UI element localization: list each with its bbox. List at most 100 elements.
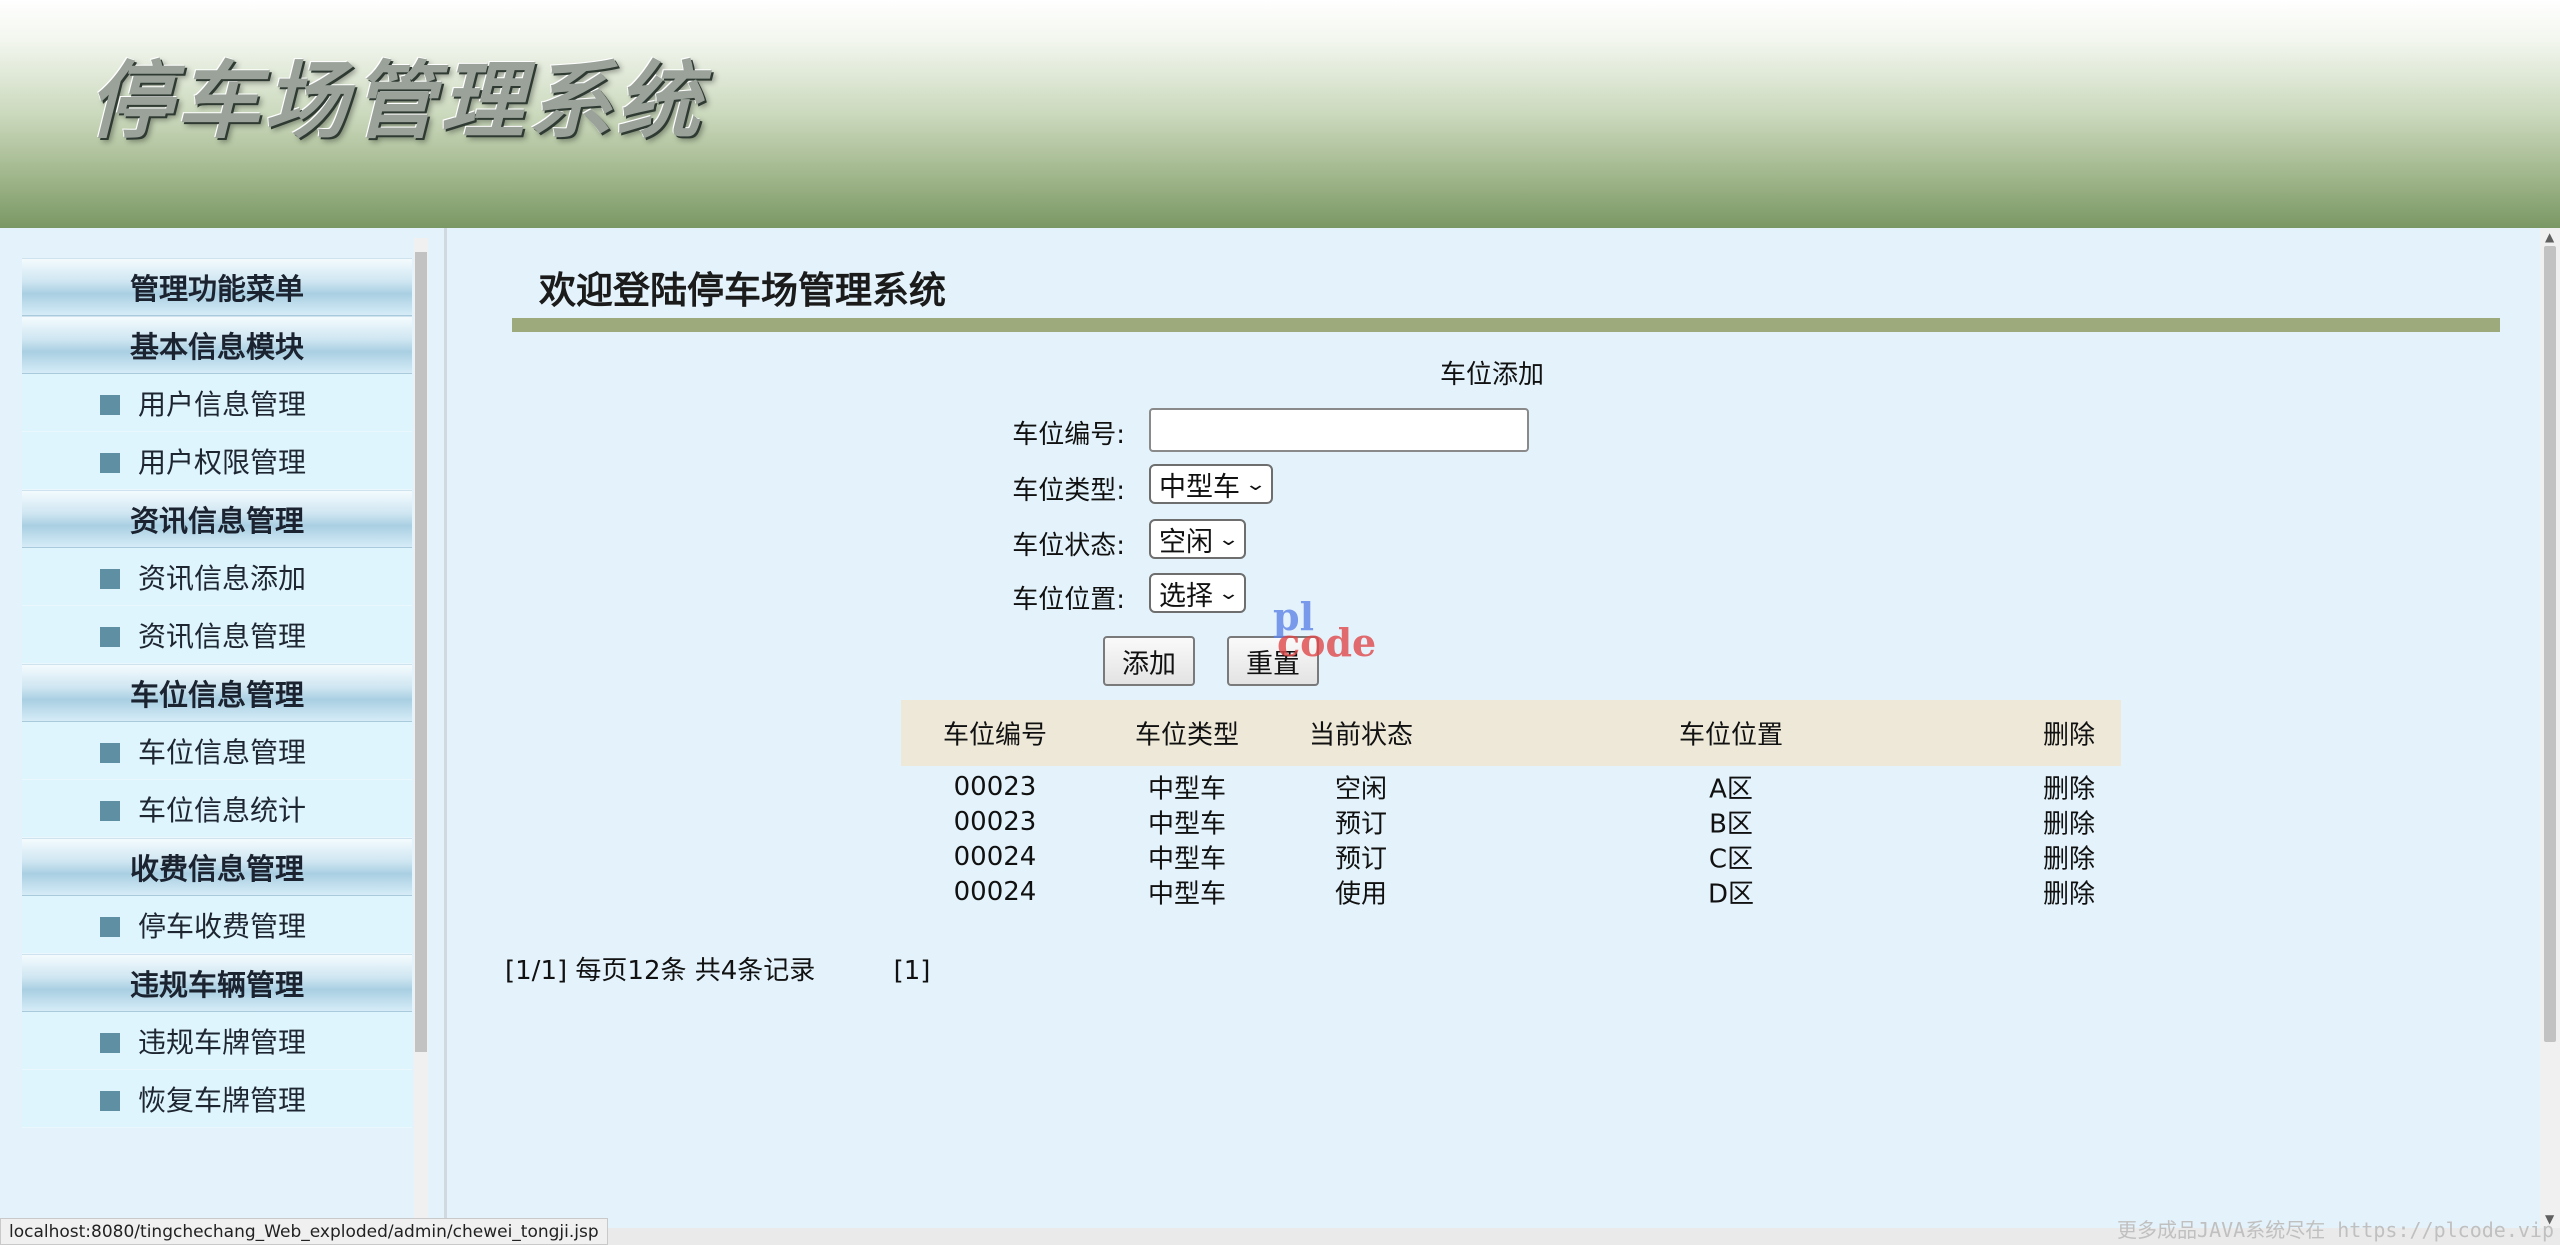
form-row-status: 车位状态: 空闲 ⌄ — [447, 519, 2537, 563]
sidebar-item-restore-plates[interactable]: 恢复车牌管理 — [22, 1070, 412, 1128]
cell-type: 中型车 — [1147, 774, 1227, 804]
menu-section-fees[interactable]: 收费信息管理 — [22, 838, 412, 896]
menu-section-violations[interactable]: 违规车辆管理 — [22, 954, 412, 1012]
menu-section-news[interactable]: 资讯信息管理 — [22, 490, 412, 548]
column-header-delete: 删除 — [2042, 720, 2096, 751]
delete-link[interactable]: 删除 — [2043, 838, 2095, 875]
cell-type: 中型车 — [1147, 809, 1227, 839]
sidebar-item-space-manage[interactable]: 车位信息管理 — [22, 722, 412, 780]
main-content: 欢迎登陆停车场管理系统 车位添加 车位编号: 车位类型: 中型车 ⌄ 车位状态:… — [447, 228, 2537, 1218]
type-label: 车位类型: — [1012, 476, 1125, 506]
menu-section-parking-space[interactable]: 车位信息管理 — [22, 664, 412, 722]
sidebar-item-label: 违规车牌管理 — [138, 1025, 307, 1059]
title-divider — [512, 318, 2500, 332]
status-bar-url: localhost:8080/tingchechang_Web_exploded… — [0, 1218, 608, 1245]
delete-link[interactable]: 删除 — [2043, 803, 2095, 840]
cell-number: 00023 — [953, 771, 1037, 802]
scroll-up-icon[interactable]: ▲ — [2545, 230, 2554, 244]
sidebar-scrollbar-thumb[interactable] — [415, 252, 427, 1052]
form-actions: 添加 重置 — [447, 636, 2537, 686]
cell-status: 使用 — [1334, 879, 1388, 909]
space-type-value: 中型车 — [1159, 471, 1240, 503]
main-scrollbar[interactable]: ▲ ▼ — [2540, 228, 2560, 1228]
form-title: 车位添加 — [1439, 360, 1544, 390]
sidebar-item-label: 用户信息管理 — [138, 387, 307, 421]
table-row: 00024 中型车 预订 C区 删除 — [901, 838, 2121, 875]
number-label: 车位编号: — [1012, 420, 1125, 450]
table-row: 00023 中型车 空闲 A区 删除 — [901, 768, 2121, 805]
status-label: 车位状态: — [1012, 531, 1125, 561]
cell-type: 中型车 — [1147, 844, 1227, 874]
space-status-value: 空闲 — [1159, 526, 1213, 558]
page-title: 欢迎登陆停车场管理系统 — [539, 268, 946, 312]
parking-space-table: 车位编号 车位类型 当前状态 车位位置 删除 00023 中型车 空闲 A区 删… — [901, 700, 2121, 909]
sidebar-item-user-permission[interactable]: 用户权限管理 — [22, 432, 412, 490]
cell-location: C区 — [1708, 844, 1754, 874]
menu-section-basic-info[interactable]: 基本信息模块 — [22, 316, 412, 374]
location-label: 车位位置: — [1012, 585, 1125, 615]
space-status-select[interactable]: 空闲 ⌄ — [1149, 519, 1247, 559]
form-row-location: 车位位置: 选择 ⌄ — [447, 573, 2537, 617]
bullet-square-icon — [100, 801, 120, 821]
bullet-square-icon — [100, 917, 120, 937]
chevron-down-icon: ⌄ — [1217, 582, 1240, 604]
chevron-down-icon: ⌄ — [1244, 473, 1267, 495]
cell-location: B区 — [1709, 809, 1753, 839]
column-header-number: 车位编号 — [942, 720, 1048, 751]
bullet-square-icon — [100, 1091, 120, 1111]
bullet-square-icon — [100, 743, 120, 763]
header-banner: 停车场管理系统 — [0, 0, 2560, 228]
footer-watermark: 更多成品JAVA系统尽在 https://plcode.vip — [2117, 1218, 2554, 1242]
sidebar-item-label: 停车收费管理 — [138, 909, 307, 943]
add-button[interactable]: 添加 — [1103, 636, 1195, 686]
main-scrollbar-thumb[interactable] — [2544, 246, 2556, 1042]
bullet-square-icon — [100, 453, 120, 473]
space-type-select[interactable]: 中型车 ⌄ — [1149, 464, 1274, 504]
sidebar: 管理功能菜单 基本信息模块 用户信息管理 用户权限管理 资讯信息管理 资讯信息添… — [0, 228, 432, 1218]
pagination-summary: [1/1] 每页12条 共4条记录 — [505, 956, 816, 986]
sidebar-item-parking-fees[interactable]: 停车收费管理 — [22, 896, 412, 954]
sidebar-item-label: 车位信息统计 — [138, 793, 307, 827]
sidebar-item-label: 用户权限管理 — [138, 445, 307, 479]
pagination: [1/1] 每页12条 共4条记录 [1] — [505, 950, 930, 987]
sidebar-item-label: 资讯信息添加 — [138, 561, 307, 595]
system-title: 停车场管理系统 — [88, 51, 705, 150]
cell-status: 预订 — [1334, 809, 1388, 839]
sidebar-item-violation-plates[interactable]: 违规车牌管理 — [22, 1012, 412, 1070]
bullet-square-icon — [100, 1033, 120, 1053]
sidebar-item-space-stats[interactable]: 车位信息统计 — [22, 780, 412, 838]
bullet-square-icon — [100, 627, 120, 647]
sidebar-item-label: 恢复车牌管理 — [138, 1083, 307, 1117]
form-row-number: 车位编号: — [447, 408, 2537, 452]
cell-location: A区 — [1709, 774, 1753, 804]
space-number-input[interactable] — [1149, 408, 1529, 452]
delete-link[interactable]: 删除 — [2043, 768, 2095, 805]
sidebar-item-news-add[interactable]: 资讯信息添加 — [22, 548, 412, 606]
column-header-status: 当前状态 — [1308, 720, 1414, 751]
table-row: 00023 中型车 预订 B区 删除 — [901, 803, 2121, 840]
reset-button[interactable]: 重置 — [1227, 636, 1319, 686]
bullet-square-icon — [100, 395, 120, 415]
page-link[interactable]: [1] — [894, 956, 931, 986]
sidebar-item-news-manage[interactable]: 资讯信息管理 — [22, 606, 412, 664]
space-location-value: 选择 — [1159, 580, 1213, 612]
table-row: 00024 中型车 使用 D区 删除 — [901, 873, 2121, 910]
space-location-select[interactable]: 选择 ⌄ — [1149, 573, 1247, 613]
sidebar-item-label: 资讯信息管理 — [138, 619, 307, 653]
bullet-square-icon — [100, 569, 120, 589]
table-header: 车位编号 车位类型 当前状态 车位位置 删除 — [901, 700, 2121, 766]
cell-number: 00024 — [953, 841, 1037, 872]
sidebar-scrollbar[interactable] — [414, 238, 428, 1218]
sidebar-item-label: 车位信息管理 — [138, 735, 307, 769]
cell-type: 中型车 — [1147, 879, 1227, 909]
cell-location: D区 — [1707, 879, 1755, 909]
column-header-location: 车位位置 — [1678, 720, 1784, 751]
form-row-type: 车位类型: 中型车 ⌄ — [447, 464, 2537, 508]
column-header-type: 车位类型 — [1134, 720, 1240, 751]
sidebar-menu: 管理功能菜单 基本信息模块 用户信息管理 用户权限管理 资讯信息管理 资讯信息添… — [22, 258, 412, 1128]
sidebar-item-user-info[interactable]: 用户信息管理 — [22, 374, 412, 432]
delete-link[interactable]: 删除 — [2043, 873, 2095, 910]
cell-number: 00024 — [953, 876, 1037, 907]
cell-status: 空闲 — [1334, 774, 1388, 804]
chevron-down-icon: ⌄ — [1217, 528, 1240, 550]
